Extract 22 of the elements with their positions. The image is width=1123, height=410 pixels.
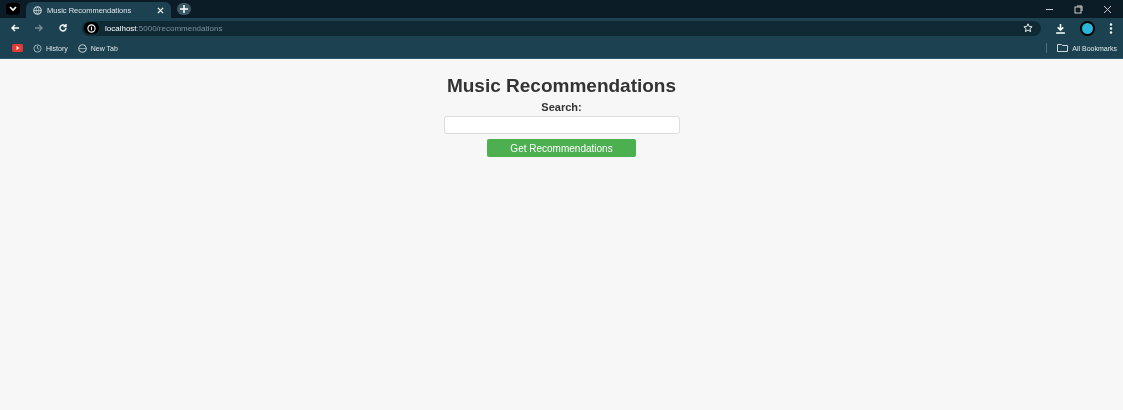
close-icon[interactable]	[1103, 4, 1112, 14]
forward-icon[interactable]	[34, 23, 44, 33]
info-icon	[87, 23, 96, 33]
reload-icon[interactable]	[58, 23, 68, 33]
tab-search-button[interactable]	[6, 3, 20, 15]
profile-avatar[interactable]	[1080, 20, 1095, 36]
chevron-down-icon	[9, 6, 17, 12]
folder-icon	[1057, 44, 1069, 52]
address-field[interactable]: localhost:5000/recommendations	[105, 23, 223, 33]
new-tab-button[interactable]	[177, 3, 191, 15]
plus-icon	[180, 5, 188, 13]
menu-icon[interactable]	[1109, 22, 1113, 34]
star-icon[interactable]	[1023, 23, 1033, 33]
back-icon[interactable]	[10, 23, 20, 33]
restore-icon[interactable]	[1074, 4, 1083, 14]
download-icon[interactable]	[1055, 22, 1066, 34]
search-field[interactable]	[443, 116, 680, 134]
search-label: Search:	[541, 101, 582, 113]
page-heading: Music Recommendations	[446, 75, 677, 97]
clock-icon	[33, 43, 42, 53]
video-app-icon[interactable]	[12, 44, 23, 52]
site-info-button[interactable]	[84, 22, 99, 34]
